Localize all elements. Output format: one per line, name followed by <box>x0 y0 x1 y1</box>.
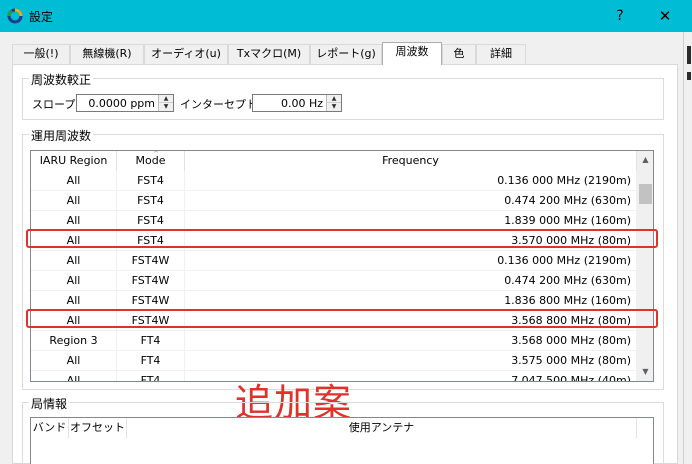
column-header-mode-label: Mode <box>135 154 166 167</box>
scrollbar-thumb[interactable] <box>639 184 652 204</box>
cell-mode[interactable]: FT4 <box>117 371 185 381</box>
scroll-down-icon[interactable]: ▼ <box>637 363 653 380</box>
column-header-antenna[interactable]: 使用アンテナ <box>127 418 637 438</box>
intercept-value[interactable]: 0.00 Hz <box>281 97 323 110</box>
table-body: All FST4 0.136 000 MHz (2190m) All FST4 0.474… <box>31 171 637 381</box>
column-header-frequency[interactable]: Frequency <box>185 151 637 171</box>
cell-region[interactable]: All <box>31 271 117 291</box>
tab-radio[interactable]: 無線機(R) <box>70 44 144 64</box>
cell-mode[interactable]: FST4 <box>117 171 185 191</box>
cell-region[interactable]: All <box>31 191 117 211</box>
scroll-up-icon[interactable]: ▲ <box>637 151 653 168</box>
app-icon <box>7 8 23 24</box>
cell-frequency[interactable]: 0.136 000 MHz (2190m) <box>185 171 637 191</box>
slope-down-arrow-icon[interactable]: ▼ <box>159 103 173 111</box>
cell-frequency[interactable]: 3.575 000 MHz (80m) <box>185 351 637 371</box>
table-header: IARU Region ^ Mode Frequency <box>31 151 637 171</box>
slope-up-arrow-icon[interactable]: ▲ <box>159 95 173 103</box>
help-button[interactable]: ? <box>606 4 634 28</box>
working-frequencies-group-title: 運用周波数 <box>29 127 94 144</box>
cell-frequency[interactable]: 1.839 000 MHz (160m) <box>185 211 637 231</box>
table-row[interactable]: All FST4 1.839 000 MHz (160m) <box>31 211 637 231</box>
title-bar: 設定 ? ✕ <box>0 0 692 32</box>
cell-frequency[interactable]: 0.474 200 MHz (630m) <box>185 191 637 211</box>
tab-general[interactable]: 一般(!) <box>12 44 70 64</box>
column-header-region[interactable]: IARU Region <box>31 151 117 171</box>
highlight-box-fst4-80m <box>26 229 658 248</box>
cell-mode[interactable]: FST4W <box>117 251 185 271</box>
cell-frequency[interactable]: 0.136 000 MHz (2190m) <box>185 251 637 271</box>
table-row[interactable]: All FST4W 0.136 000 MHz (2190m) <box>31 251 637 271</box>
table-row[interactable]: All FST4W 0.474 200 MHz (630m) <box>31 271 637 291</box>
column-header-offset[interactable]: オフセット <box>69 418 127 438</box>
cell-mode[interactable]: FST4W <box>117 291 185 311</box>
tab-tx-macros[interactable]: Txマクロ(M) <box>228 44 310 64</box>
working-frequencies-table[interactable]: IARU Region ^ Mode Frequency All FST4 0.13… <box>30 150 654 382</box>
station-info-table[interactable]: バンド オフセット 使用アンテナ <box>30 417 654 464</box>
cell-frequency[interactable]: 1.836 800 MHz (160m) <box>185 291 637 311</box>
cell-mode[interactable]: FT4 <box>117 331 185 351</box>
tab-audio[interactable]: オーディオ(u) <box>144 44 228 64</box>
cell-region[interactable]: All <box>31 291 117 311</box>
background-window-edge <box>683 32 692 464</box>
column-header-band[interactable]: バンド <box>31 418 69 438</box>
slope-label: スロープ: <box>32 98 80 111</box>
tab-frequencies[interactable]: 周波数 <box>382 42 442 65</box>
tab-colors[interactable]: 色 <box>442 44 476 64</box>
table-row[interactable]: All FST4 0.136 000 MHz (2190m) <box>31 171 637 191</box>
window-title: 設定 <box>29 10 54 24</box>
cell-region[interactable]: All <box>31 171 117 191</box>
table-row[interactable]: All FST4W 1.836 800 MHz (160m) <box>31 291 637 311</box>
cell-region[interactable]: Region 3 <box>31 331 117 351</box>
cell-region[interactable]: All <box>31 351 117 371</box>
cell-frequency[interactable]: 0.474 200 MHz (630m) <box>185 271 637 291</box>
tab-advanced[interactable]: 詳細 <box>476 44 526 64</box>
intercept-spinbox[interactable]: 0.00 Hz ▲ ▼ <box>252 94 342 112</box>
table-row[interactable]: Region 3 FT4 3.568 000 MHz (80m) <box>31 331 637 351</box>
cell-region[interactable]: All <box>31 251 117 271</box>
cell-mode[interactable]: FST4 <box>117 191 185 211</box>
cell-frequency[interactable]: 3.568 000 MHz (80m) <box>185 331 637 351</box>
table-row[interactable]: All FST4 0.474 200 MHz (630m) <box>31 191 637 211</box>
highlight-box-fst4w-80m <box>26 309 658 328</box>
intercept-label: インターセプト: <box>180 98 261 111</box>
table-vertical-scrollbar[interactable]: ▲ ▼ <box>637 151 653 381</box>
intercept-up-arrow-icon[interactable]: ▲ <box>327 95 341 103</box>
cell-mode[interactable]: FT4 <box>117 351 185 371</box>
cell-region[interactable]: All <box>31 211 117 231</box>
intercept-down-arrow-icon[interactable]: ▼ <box>327 103 341 111</box>
tab-reporting[interactable]: レポート(g) <box>310 44 382 64</box>
table-row[interactable]: All FT4 3.575 000 MHz (80m) <box>31 351 637 371</box>
cell-mode[interactable]: FST4 <box>117 211 185 231</box>
close-button[interactable]: ✕ <box>650 4 680 28</box>
cell-region[interactable]: All <box>31 371 117 381</box>
station-info-group-title: 局情報 <box>29 395 70 412</box>
sort-indicator-icon: ^ <box>153 150 159 158</box>
column-header-mode[interactable]: ^ Mode <box>117 151 185 171</box>
slope-value[interactable]: 0.0000 ppm <box>88 97 155 110</box>
cell-mode[interactable]: FST4W <box>117 271 185 291</box>
calibration-group-title: 周波数較正 <box>29 71 94 88</box>
slope-spinbox[interactable]: 0.0000 ppm ▲ ▼ <box>76 94 174 112</box>
